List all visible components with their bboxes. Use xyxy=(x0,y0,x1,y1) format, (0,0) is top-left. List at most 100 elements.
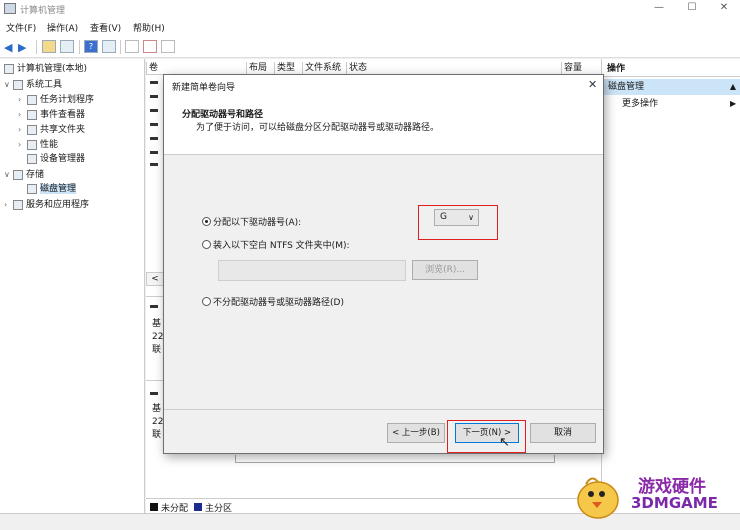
volume-row[interactable] xyxy=(150,123,158,126)
menu-file[interactable]: 文件(F) xyxy=(6,21,36,34)
wizard-header: 新建简单卷向导 ✕ 分配驱动器号和路径 为了便于访问，可以给磁盘分区分配驱动器号… xyxy=(164,75,603,155)
new-simple-volume-wizard: 新建简单卷向导 ✕ 分配驱动器号和路径 为了便于访问，可以给磁盘分区分配驱动器号… xyxy=(163,74,604,454)
chevron-right-icon[interactable]: › xyxy=(4,197,13,212)
more-actions-arrow-icon[interactable]: ▶ xyxy=(730,99,736,108)
connect-icon[interactable] xyxy=(125,40,139,53)
disk-legend: 未分配 主分区 xyxy=(146,498,601,514)
mount-path-input[interactable] xyxy=(218,260,406,281)
tree-node-task-scheduler[interactable]: › 任务计划程序 xyxy=(18,92,94,107)
performance-icon xyxy=(27,139,37,150)
disk-label: 基 xyxy=(152,319,162,329)
close-button[interactable]: ✕ xyxy=(708,0,740,18)
volume-row[interactable] xyxy=(150,163,158,166)
wizard-title: 新建简单卷向导 xyxy=(172,83,236,93)
chevron-right-icon[interactable]: › xyxy=(18,137,27,152)
chevron-right-icon[interactable]: › xyxy=(18,92,27,107)
watermark-line2: 3DMGAME xyxy=(631,494,718,512)
radio-unselected-icon[interactable] xyxy=(202,240,211,249)
back-button[interactable]: < 上一步(B) xyxy=(387,423,445,443)
volume-row[interactable] xyxy=(150,109,158,112)
tree-node-system-tools[interactable]: ∨ 系统工具 xyxy=(4,77,62,92)
show-hide-tree-icon[interactable] xyxy=(60,40,74,53)
tree-node-disk-management[interactable]: 磁盘管理 xyxy=(27,182,77,197)
collapse-triangle-icon[interactable]: ▲ xyxy=(730,79,736,95)
tools-icon xyxy=(13,79,23,90)
wizard-close-icon[interactable]: ✕ xyxy=(588,78,597,91)
computer-management-icon xyxy=(4,3,16,14)
chevron-right-icon[interactable]: › xyxy=(18,122,27,137)
actions-disk-management-label: 磁盘管理 xyxy=(608,82,645,92)
disk-status: 联 xyxy=(152,345,162,355)
watermark: 游戏硬件 3DMGAME xyxy=(568,464,740,524)
wizard-divider xyxy=(164,409,603,410)
partition-bar[interactable] xyxy=(235,455,555,463)
chevron-down-icon[interactable]: ∨ xyxy=(4,167,13,182)
toolbar-separator xyxy=(120,40,121,54)
tree-node-storage[interactable]: ∨ 存储 xyxy=(4,167,44,182)
tree-node-event-viewer[interactable]: › 事件查看器 xyxy=(18,107,85,122)
radio-mount-folder[interactable]: 装入以下空白 NTFS 文件夹中(M): xyxy=(202,238,350,251)
radio-assign-drive-letter[interactable]: 分配以下驱动器号(A): xyxy=(202,215,301,228)
tree-node-root[interactable]: 计算机管理(本地) xyxy=(4,62,87,77)
tree-node-performance[interactable]: › 性能 xyxy=(18,137,58,152)
browse-button[interactable]: 浏览(R)... xyxy=(412,260,478,280)
maximize-button[interactable]: ☐ xyxy=(676,0,708,18)
event-log-icon xyxy=(27,109,37,120)
actions-pane xyxy=(601,59,740,513)
back-arrow-icon[interactable]: ◀ xyxy=(4,41,12,54)
console-tree: 计算机管理(本地) ∨ 系统工具 › 任务计划程序 › 事件查看器 › 共享文件夹 › 性… xyxy=(0,59,145,513)
volume-row[interactable] xyxy=(150,151,158,154)
shared-folder-icon xyxy=(27,124,37,135)
storage-icon xyxy=(13,169,23,180)
scroll-left-button[interactable]: < xyxy=(146,272,164,286)
minimize-button[interactable]: — xyxy=(643,0,675,18)
toolbar-separator xyxy=(36,40,37,54)
volume-row[interactable] xyxy=(150,137,158,140)
menu-view[interactable]: 查看(V) xyxy=(90,21,121,34)
disk-row-marker xyxy=(150,392,158,395)
volume-row[interactable] xyxy=(150,81,158,84)
tree-node-device-manager[interactable]: 设备管理器 xyxy=(27,152,85,167)
disk-size: 22 xyxy=(152,417,164,427)
computer-icon xyxy=(4,63,14,74)
toolbar-separator xyxy=(79,40,80,54)
disk-size: 22 xyxy=(152,332,164,342)
menu-help[interactable]: 帮助(H) xyxy=(133,21,165,34)
volume-list-header: 卷 布局 类型 文件系统 状态 容量 xyxy=(146,61,601,75)
up-folder-icon[interactable] xyxy=(42,40,56,53)
disk-icon xyxy=(27,183,37,194)
more-actions[interactable]: 更多操作 xyxy=(622,97,658,111)
more-actions-label: 更多操作 xyxy=(622,99,659,109)
view-list-icon[interactable] xyxy=(161,40,175,53)
help-icon[interactable]: ? xyxy=(84,40,98,53)
chevron-right-icon[interactable]: › xyxy=(18,107,27,122)
radio-unselected-icon[interactable] xyxy=(202,297,211,306)
volume-row[interactable] xyxy=(150,95,158,98)
drive-letter-value: G xyxy=(440,212,447,222)
toolbar: ◀ ▶ ? xyxy=(0,36,740,58)
mascot-chick-logo xyxy=(577,477,619,519)
radio-selected-icon[interactable] xyxy=(202,217,211,226)
drive-letter-select[interactable]: G ∨ xyxy=(434,209,479,226)
legend-swatch-unallocated xyxy=(150,503,158,511)
disk-status: 联 xyxy=(152,430,162,440)
wizard-subheading: 为了便于访问，可以给磁盘分区分配驱动器号或驱动器路径。 xyxy=(196,123,440,133)
forward-arrow-icon[interactable]: ▶ xyxy=(18,41,26,54)
cancel-button[interactable]: 取消 xyxy=(530,423,596,443)
properties-icon[interactable] xyxy=(102,40,116,53)
device-manager-icon xyxy=(27,153,37,164)
window-title: 计算机管理 xyxy=(20,6,66,16)
chevron-down-icon: ∨ xyxy=(468,213,474,222)
radio-no-drive-letter[interactable]: 不分配驱动器号或驱动器路径(D) xyxy=(202,295,344,308)
legend-swatch-primary xyxy=(194,503,202,511)
chevron-down-icon[interactable]: ∨ xyxy=(4,77,13,92)
menu-action[interactable]: 操作(A) xyxy=(47,21,78,34)
menu-bar: 文件(F) 操作(A) 查看(V) 帮助(H) xyxy=(0,18,740,36)
tree-node-services-apps[interactable]: › 服务和应用程序 xyxy=(4,197,89,212)
actions-disk-management[interactable]: 磁盘管理 ▲ xyxy=(602,79,740,95)
services-icon xyxy=(13,199,23,210)
wizard-heading: 分配驱动器号和路径 xyxy=(182,110,264,120)
tree-node-shared-folders[interactable]: › 共享文件夹 xyxy=(18,122,85,137)
check-icon[interactable] xyxy=(143,40,157,53)
title-bar: 计算机管理 — ☐ ✕ xyxy=(0,0,740,18)
